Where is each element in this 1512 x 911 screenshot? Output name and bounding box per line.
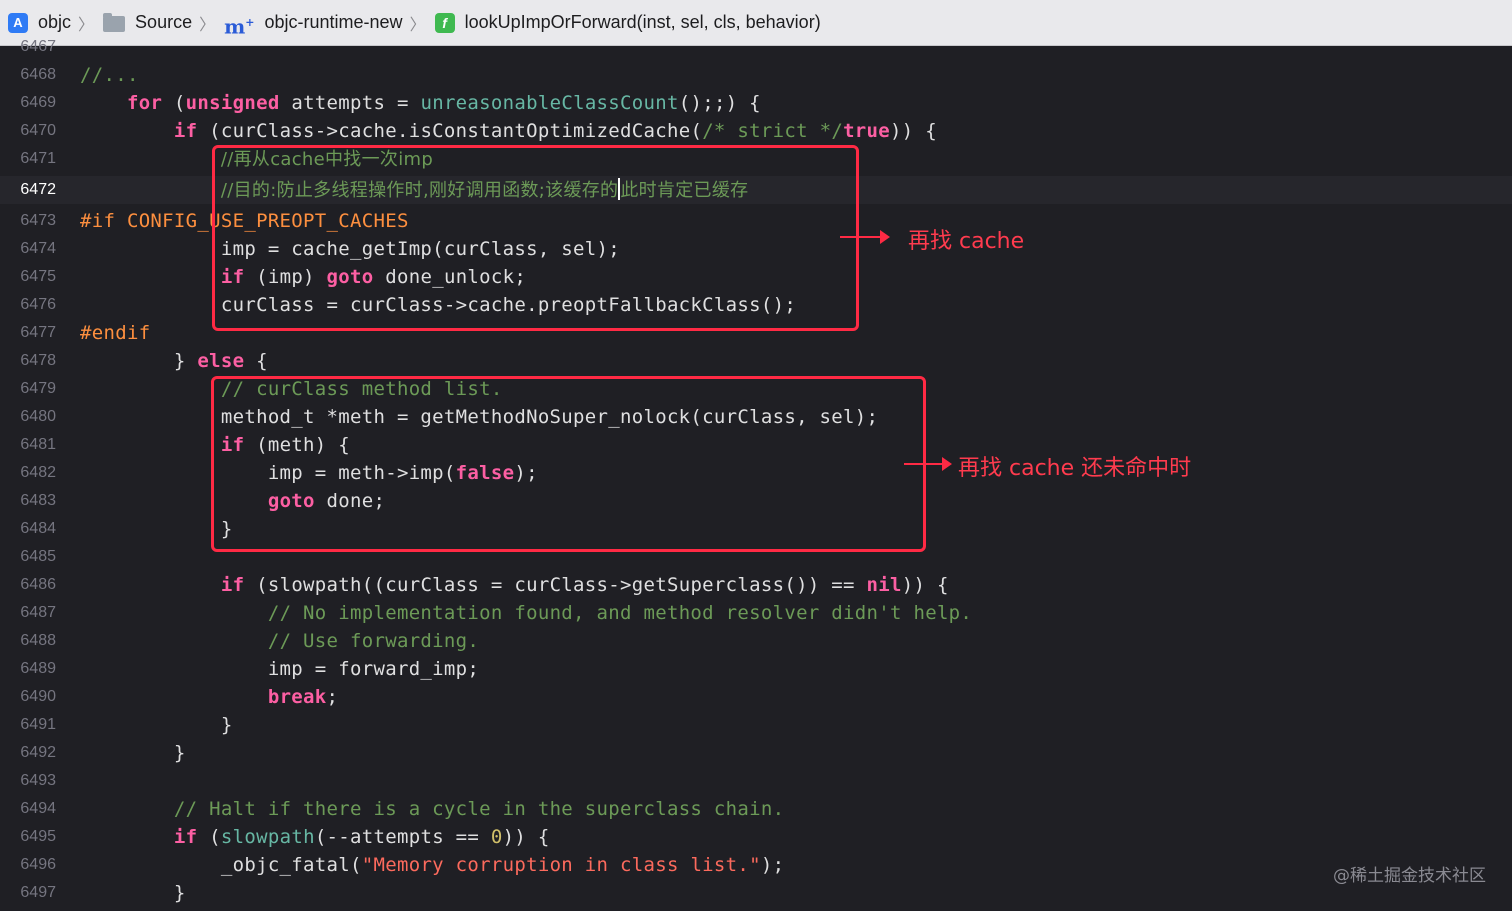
breadcrumb-label: objc — [38, 12, 72, 32]
code-line[interactable]: 6487 // No implementation found, and met… — [0, 599, 1512, 627]
code-line[interactable]: 6490 break; — [0, 683, 1512, 711]
chevron-right-icon: 〉 — [199, 16, 216, 34]
line-number: 6471 — [20, 150, 56, 167]
code-line[interactable]: 6491 } — [0, 711, 1512, 739]
folder-icon — [103, 12, 126, 32]
breadcrumb-item-source[interactable]: Source — [103, 12, 192, 33]
app-target-icon: A — [8, 12, 28, 33]
line-number: 6496 — [20, 856, 56, 873]
code-text: #endif — [80, 322, 151, 344]
line-number: 6472 — [20, 181, 56, 198]
code-line[interactable]: 6470 if (curClass->cache.isConstantOptim… — [0, 117, 1512, 145]
code-line[interactable]: 6467 — [0, 33, 1512, 61]
line-number: 6468 — [20, 66, 56, 83]
line-number: 6475 — [20, 268, 56, 285]
code-line[interactable]: 6486 if (slowpath((curClass = curClass->… — [0, 571, 1512, 599]
cache-annotation: 再找 cache — [908, 229, 1025, 254]
code-line[interactable]: 6489 imp = forward_imp; — [0, 655, 1512, 683]
line-number: 6481 — [20, 436, 56, 453]
code-line[interactable]: 6468 //... — [0, 61, 1512, 89]
line-number: 6490 — [20, 688, 56, 705]
line-number: 6489 — [20, 660, 56, 677]
line-number: 6476 — [20, 296, 56, 313]
code-line[interactable]: 6492 } — [0, 739, 1512, 767]
objc-file-icon: m+ — [224, 14, 255, 39]
line-number: 6482 — [20, 464, 56, 481]
code-line[interactable]: 6496 _objc_fatal("Memory corruption in c… — [0, 851, 1512, 879]
line-number: 6491 — [20, 716, 56, 733]
line-number: 6480 — [20, 408, 56, 425]
code-text: } — [80, 518, 233, 540]
function-icon: f — [434, 12, 455, 33]
method-list-arrow — [904, 457, 952, 471]
code-text: if (curClass->cache.isConstantOptimizedC… — [173, 120, 937, 142]
line-number: 6477 — [20, 324, 56, 341]
line-number: 6492 — [20, 744, 56, 761]
cache-lookup-highlight — [212, 145, 859, 331]
line-number: 6469 — [20, 94, 56, 111]
chevron-right-icon: 〉 — [78, 16, 95, 34]
code-text: // Halt if there is a cycle in the super… — [173, 798, 785, 820]
line-number: 6483 — [20, 492, 56, 509]
line-number: 6494 — [20, 800, 56, 817]
line-number: 6488 — [20, 632, 56, 649]
line-number: 6484 — [20, 520, 56, 537]
watermark: @稀土掘金技术社区 — [1333, 866, 1486, 886]
code-text: } — [80, 714, 233, 736]
breadcrumb-item-file[interactable]: m+ objc-runtime-new — [224, 12, 403, 39]
code-text: break; — [267, 686, 339, 708]
line-number: 6470 — [20, 122, 56, 139]
breadcrumb-label: objc-runtime-new — [264, 12, 403, 32]
line-number: 6467 — [20, 38, 56, 55]
code-line[interactable]: 6494 // Halt if there is a cycle in the … — [0, 795, 1512, 823]
code-line[interactable]: 6495 if (slowpath(--attempts == 0)) { — [0, 823, 1512, 851]
code-text: for (unsigned attempts = unreasonableCla… — [126, 92, 761, 114]
method-list-annotation: 再找 cache 还未命中时 — [958, 456, 1192, 481]
code-text: _objc_fatal("Memory corruption in class … — [80, 854, 785, 876]
line-number: 6486 — [20, 576, 56, 593]
breadcrumb-label: lookUpImpOrForward(inst, sel, cls, behav… — [464, 12, 821, 32]
line-number: 6497 — [20, 884, 56, 901]
breadcrumb-item-function[interactable]: f lookUpImpOrForward(inst, sel, cls, beh… — [434, 12, 821, 33]
code-text: imp = forward_imp; — [80, 658, 480, 680]
line-number: 6479 — [20, 380, 56, 397]
breadcrumb-label: Source — [135, 12, 193, 32]
cache-arrow — [840, 230, 890, 244]
code-text: // Use forwarding. — [267, 630, 480, 652]
code-text: } — [80, 882, 186, 904]
code-line[interactable]: 6478 } else { — [0, 347, 1512, 375]
code-text: //... — [80, 64, 139, 86]
code-text: } — [80, 742, 186, 764]
breadcrumb-item-objc[interactable]: A objc — [8, 12, 71, 33]
line-number: 6474 — [20, 240, 56, 257]
code-line[interactable]: 6497 } — [0, 879, 1512, 907]
line-number: 6473 — [20, 212, 56, 229]
line-number: 6493 — [20, 772, 56, 789]
code-line[interactable]: 6493 — [0, 767, 1512, 795]
chevron-right-icon: 〉 — [409, 16, 426, 34]
code-line[interactable]: 6469 for (unsigned attempts = unreasonab… — [0, 89, 1512, 117]
code-text: if (slowpath((curClass = curClass->getSu… — [220, 574, 949, 596]
code-text: if (slowpath(--attempts == 0)) { — [173, 826, 550, 848]
line-number: 6478 — [20, 352, 56, 369]
code-text: } else { — [80, 350, 268, 372]
code-line[interactable]: 6488 // Use forwarding. — [0, 627, 1512, 655]
line-number: 6495 — [20, 828, 56, 845]
method-list-highlight — [211, 376, 926, 552]
line-number: 6485 — [20, 548, 56, 565]
line-number: 6487 — [20, 604, 56, 621]
code-text: // No implementation found, and method r… — [267, 602, 973, 624]
